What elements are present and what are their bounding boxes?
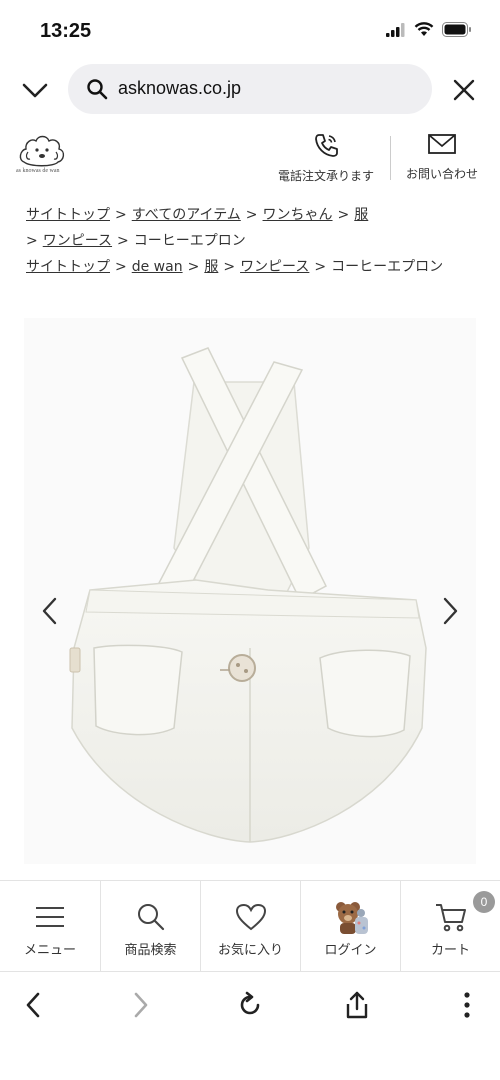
status-time: 13:25 [40,20,92,42]
breadcrumb-separator: > [223,259,236,275]
back-button[interactable] [18,990,48,1020]
address-url: asknowas.co.jp [118,78,242,98]
breadcrumb: サイトトップ > すべてのアイテム > ワンちゃん > 服 > ワンピース > コーヒーエプロン … [26,202,486,280]
hamburger-menu-icon [36,907,64,927]
breadcrumb-separator: > [314,259,327,275]
browser-toolbar [0,974,500,1036]
prev-image-button[interactable] [38,596,62,626]
nav-login[interactable]: ログイン [300,881,400,971]
search-icon [137,904,164,931]
battery-icon [442,22,471,37]
breadcrumb-link-onepiece[interactable]: ワンピース [43,233,112,249]
phone-order-button[interactable]: 電話注文承ります [272,132,380,184]
breadcrumb-separator: > [26,233,38,249]
chevron-right-icon [443,597,458,625]
breadcrumb-link-clothes[interactable]: 服 [354,207,368,223]
reload-icon [240,991,260,1015]
breadcrumb-link-de-wan[interactable]: de wan [132,259,183,275]
address-bar[interactable]: asknowas.co.jp [68,64,432,114]
nav-favorites-label: お気に入り [217,943,283,958]
nav-search-label: 商品検索 [124,943,177,958]
bottom-navigation: メニュー 商品検索 お気に入り ログイン 0 カート [0,880,500,972]
breadcrumb-separator: > [245,207,258,223]
share-icon [346,991,368,1019]
breadcrumb-separator: > [115,259,127,275]
breadcrumb-line-3: サイトトップ > de wan > 服 > ワンピース > コーヒーエプロン [26,254,486,280]
cart-count-badge: 0 [473,891,495,913]
nav-menu-label: メニュー [23,943,76,958]
bear-mascot-icon [335,902,368,934]
breadcrumb-link-dogs[interactable]: ワンちゃん [263,207,333,223]
nav-favorites[interactable]: お気に入り [200,881,300,971]
breadcrumb-link-onepiece[interactable]: ワンピース [240,259,309,275]
more-vertical-icon [464,992,470,1018]
dog-logo-icon [19,135,65,167]
breadcrumb-line-2: > ワンピース > コーヒーエプロン [26,228,486,254]
breadcrumb-separator: > [115,207,127,223]
site-header: as knowas de wan 電話注文承ります お問い合わせ [0,128,500,190]
nav-menu[interactable]: メニュー [0,881,100,971]
heart-icon [235,903,266,931]
breadcrumb-link-site-top[interactable]: サイトトップ [26,259,110,275]
close-button[interactable] [450,76,478,104]
breadcrumb-link-clothes[interactable]: 服 [204,259,218,275]
signal-icon [386,22,405,37]
breadcrumb-current: コーヒーエプロン [331,259,444,275]
more-options-button[interactable] [452,990,482,1020]
back-arrow-icon [26,992,40,1018]
logo-text: as knowas de wan [16,168,60,174]
mail-icon [428,134,456,154]
browser-address-row: asknowas.co.jp [0,62,500,118]
close-icon [453,79,475,101]
breadcrumb-separator: > [117,233,129,249]
breadcrumb-link-all-items[interactable]: すべてのアイテム [132,207,241,223]
breadcrumb-link-site-top[interactable]: サイトトップ [26,207,110,223]
nav-cart[interactable]: 0 カート [400,881,500,971]
next-image-button[interactable] [438,596,462,626]
apron-illustration [69,347,427,843]
chevron-left-icon [42,597,57,625]
chevron-down-icon [22,83,48,98]
breadcrumb-separator: > [337,207,350,223]
forward-button[interactable] [126,990,156,1020]
nav-search[interactable]: 商品検索 [100,881,200,971]
collapse-chevron-button[interactable] [18,76,52,104]
breadcrumb-separator: > [187,259,200,275]
contact-button[interactable]: お問い合わせ [398,132,486,182]
breadcrumb-line-1: サイトトップ > すべてのアイテム > ワンちゃん > 服 [26,202,486,228]
header-divider [390,136,391,180]
contact-label: お問い合わせ [405,167,478,181]
product-image[interactable] [24,318,476,864]
site-logo[interactable] [16,132,68,184]
phone-order-label: 電話注文承ります [277,169,374,183]
phone-icon [315,134,338,157]
search-icon [87,79,108,100]
wifi-icon [414,22,434,36]
status-bar: 13:25 [0,0,500,62]
cart-icon [435,904,466,932]
breadcrumb-current: コーヒーエプロン [133,233,246,249]
nav-login-label: ログイン [324,943,377,958]
reload-button[interactable] [235,990,265,1020]
status-icons [386,22,472,37]
share-button[interactable] [342,990,372,1020]
nav-cart-label: カート [430,943,470,958]
forward-arrow-icon [134,992,148,1018]
